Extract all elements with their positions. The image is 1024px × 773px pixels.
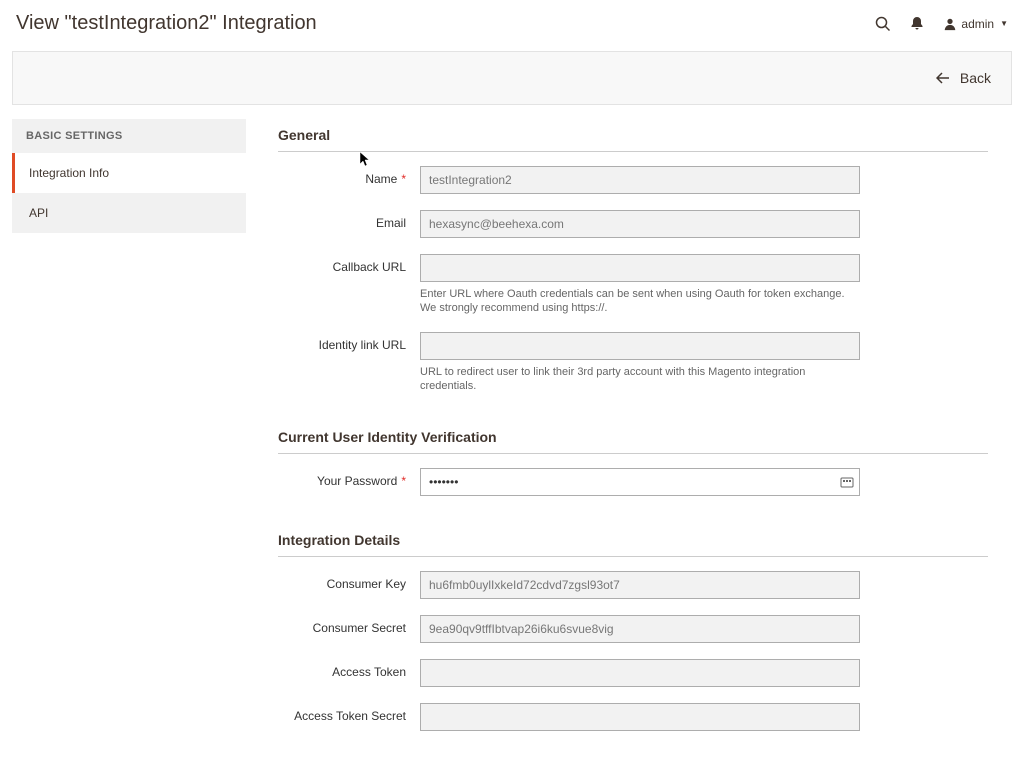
field-label: Access Token bbox=[278, 659, 420, 679]
required-icon: * bbox=[401, 172, 406, 186]
identity-url-input[interactable] bbox=[420, 332, 860, 360]
notification-icon[interactable] bbox=[909, 16, 925, 32]
field-label: Consumer Key bbox=[278, 571, 420, 591]
email-input[interactable] bbox=[420, 210, 860, 238]
section-title: General bbox=[278, 119, 988, 152]
page-title: View "testIntegration2" Integration bbox=[16, 12, 317, 35]
field-identity-url: Identity link URL URL to redirect user t… bbox=[278, 332, 988, 394]
field-label: Identity link URL bbox=[278, 332, 420, 352]
back-label: Back bbox=[960, 70, 991, 86]
sidebar-item-integration-info[interactable]: Integration Info bbox=[12, 153, 246, 193]
required-icon: * bbox=[401, 474, 406, 488]
consumer-secret-input[interactable] bbox=[420, 615, 860, 643]
field-label: Name* bbox=[278, 166, 420, 186]
field-hint: URL to redirect user to link their 3rd p… bbox=[420, 365, 860, 394]
section-general: General Name* Email Callback URL bbox=[278, 119, 988, 393]
access-token-input[interactable] bbox=[420, 659, 860, 687]
access-token-secret-input[interactable] bbox=[420, 703, 860, 731]
page-header: View "testIntegration2" Integration admi… bbox=[0, 0, 1024, 43]
consumer-key-input[interactable] bbox=[420, 571, 860, 599]
field-password: Your Password* bbox=[278, 468, 988, 496]
user-menu[interactable]: admin ▼ bbox=[943, 17, 1008, 31]
field-access-token-secret: Access Token Secret bbox=[278, 703, 988, 731]
section-title: Integration Details bbox=[278, 524, 988, 557]
field-consumer-secret: Consumer Secret bbox=[278, 615, 988, 643]
name-input[interactable] bbox=[420, 166, 860, 194]
sidebar: BASIC SETTINGS Integration Info API bbox=[12, 119, 246, 759]
sidebar-item-api[interactable]: API bbox=[12, 193, 246, 233]
password-input[interactable] bbox=[420, 468, 860, 496]
main-panel: General Name* Email Callback URL bbox=[278, 119, 1012, 759]
sidebar-header: BASIC SETTINGS bbox=[12, 119, 246, 153]
chevron-down-icon: ▼ bbox=[1000, 19, 1008, 28]
user-name: admin bbox=[961, 17, 994, 31]
password-manager-icon[interactable] bbox=[840, 475, 854, 489]
field-label: Access Token Secret bbox=[278, 703, 420, 723]
field-label: Callback URL bbox=[278, 254, 420, 274]
content: BASIC SETTINGS Integration Info API Gene… bbox=[0, 105, 1024, 773]
section-verification: Current User Identity Verification Your … bbox=[278, 421, 988, 496]
field-hint: Enter URL where Oauth credentials can be… bbox=[420, 287, 860, 316]
field-consumer-key: Consumer Key bbox=[278, 571, 988, 599]
field-name: Name* bbox=[278, 166, 988, 194]
section-title: Current User Identity Verification bbox=[278, 421, 988, 454]
header-actions: admin ▼ bbox=[875, 16, 1008, 32]
back-button[interactable]: Back bbox=[936, 70, 991, 86]
search-icon[interactable] bbox=[875, 16, 891, 32]
field-label: Your Password* bbox=[278, 468, 420, 488]
field-label: Consumer Secret bbox=[278, 615, 420, 635]
sidebar-item-label: API bbox=[29, 206, 48, 220]
field-email: Email bbox=[278, 210, 988, 238]
action-bar: Back bbox=[12, 51, 1012, 105]
field-label: Email bbox=[278, 210, 420, 230]
sidebar-item-label: Integration Info bbox=[29, 166, 109, 180]
field-access-token: Access Token bbox=[278, 659, 988, 687]
field-callback-url: Callback URL Enter URL where Oauth crede… bbox=[278, 254, 988, 316]
section-details: Integration Details Consumer Key Consume… bbox=[278, 524, 988, 731]
callback-url-input[interactable] bbox=[420, 254, 860, 282]
